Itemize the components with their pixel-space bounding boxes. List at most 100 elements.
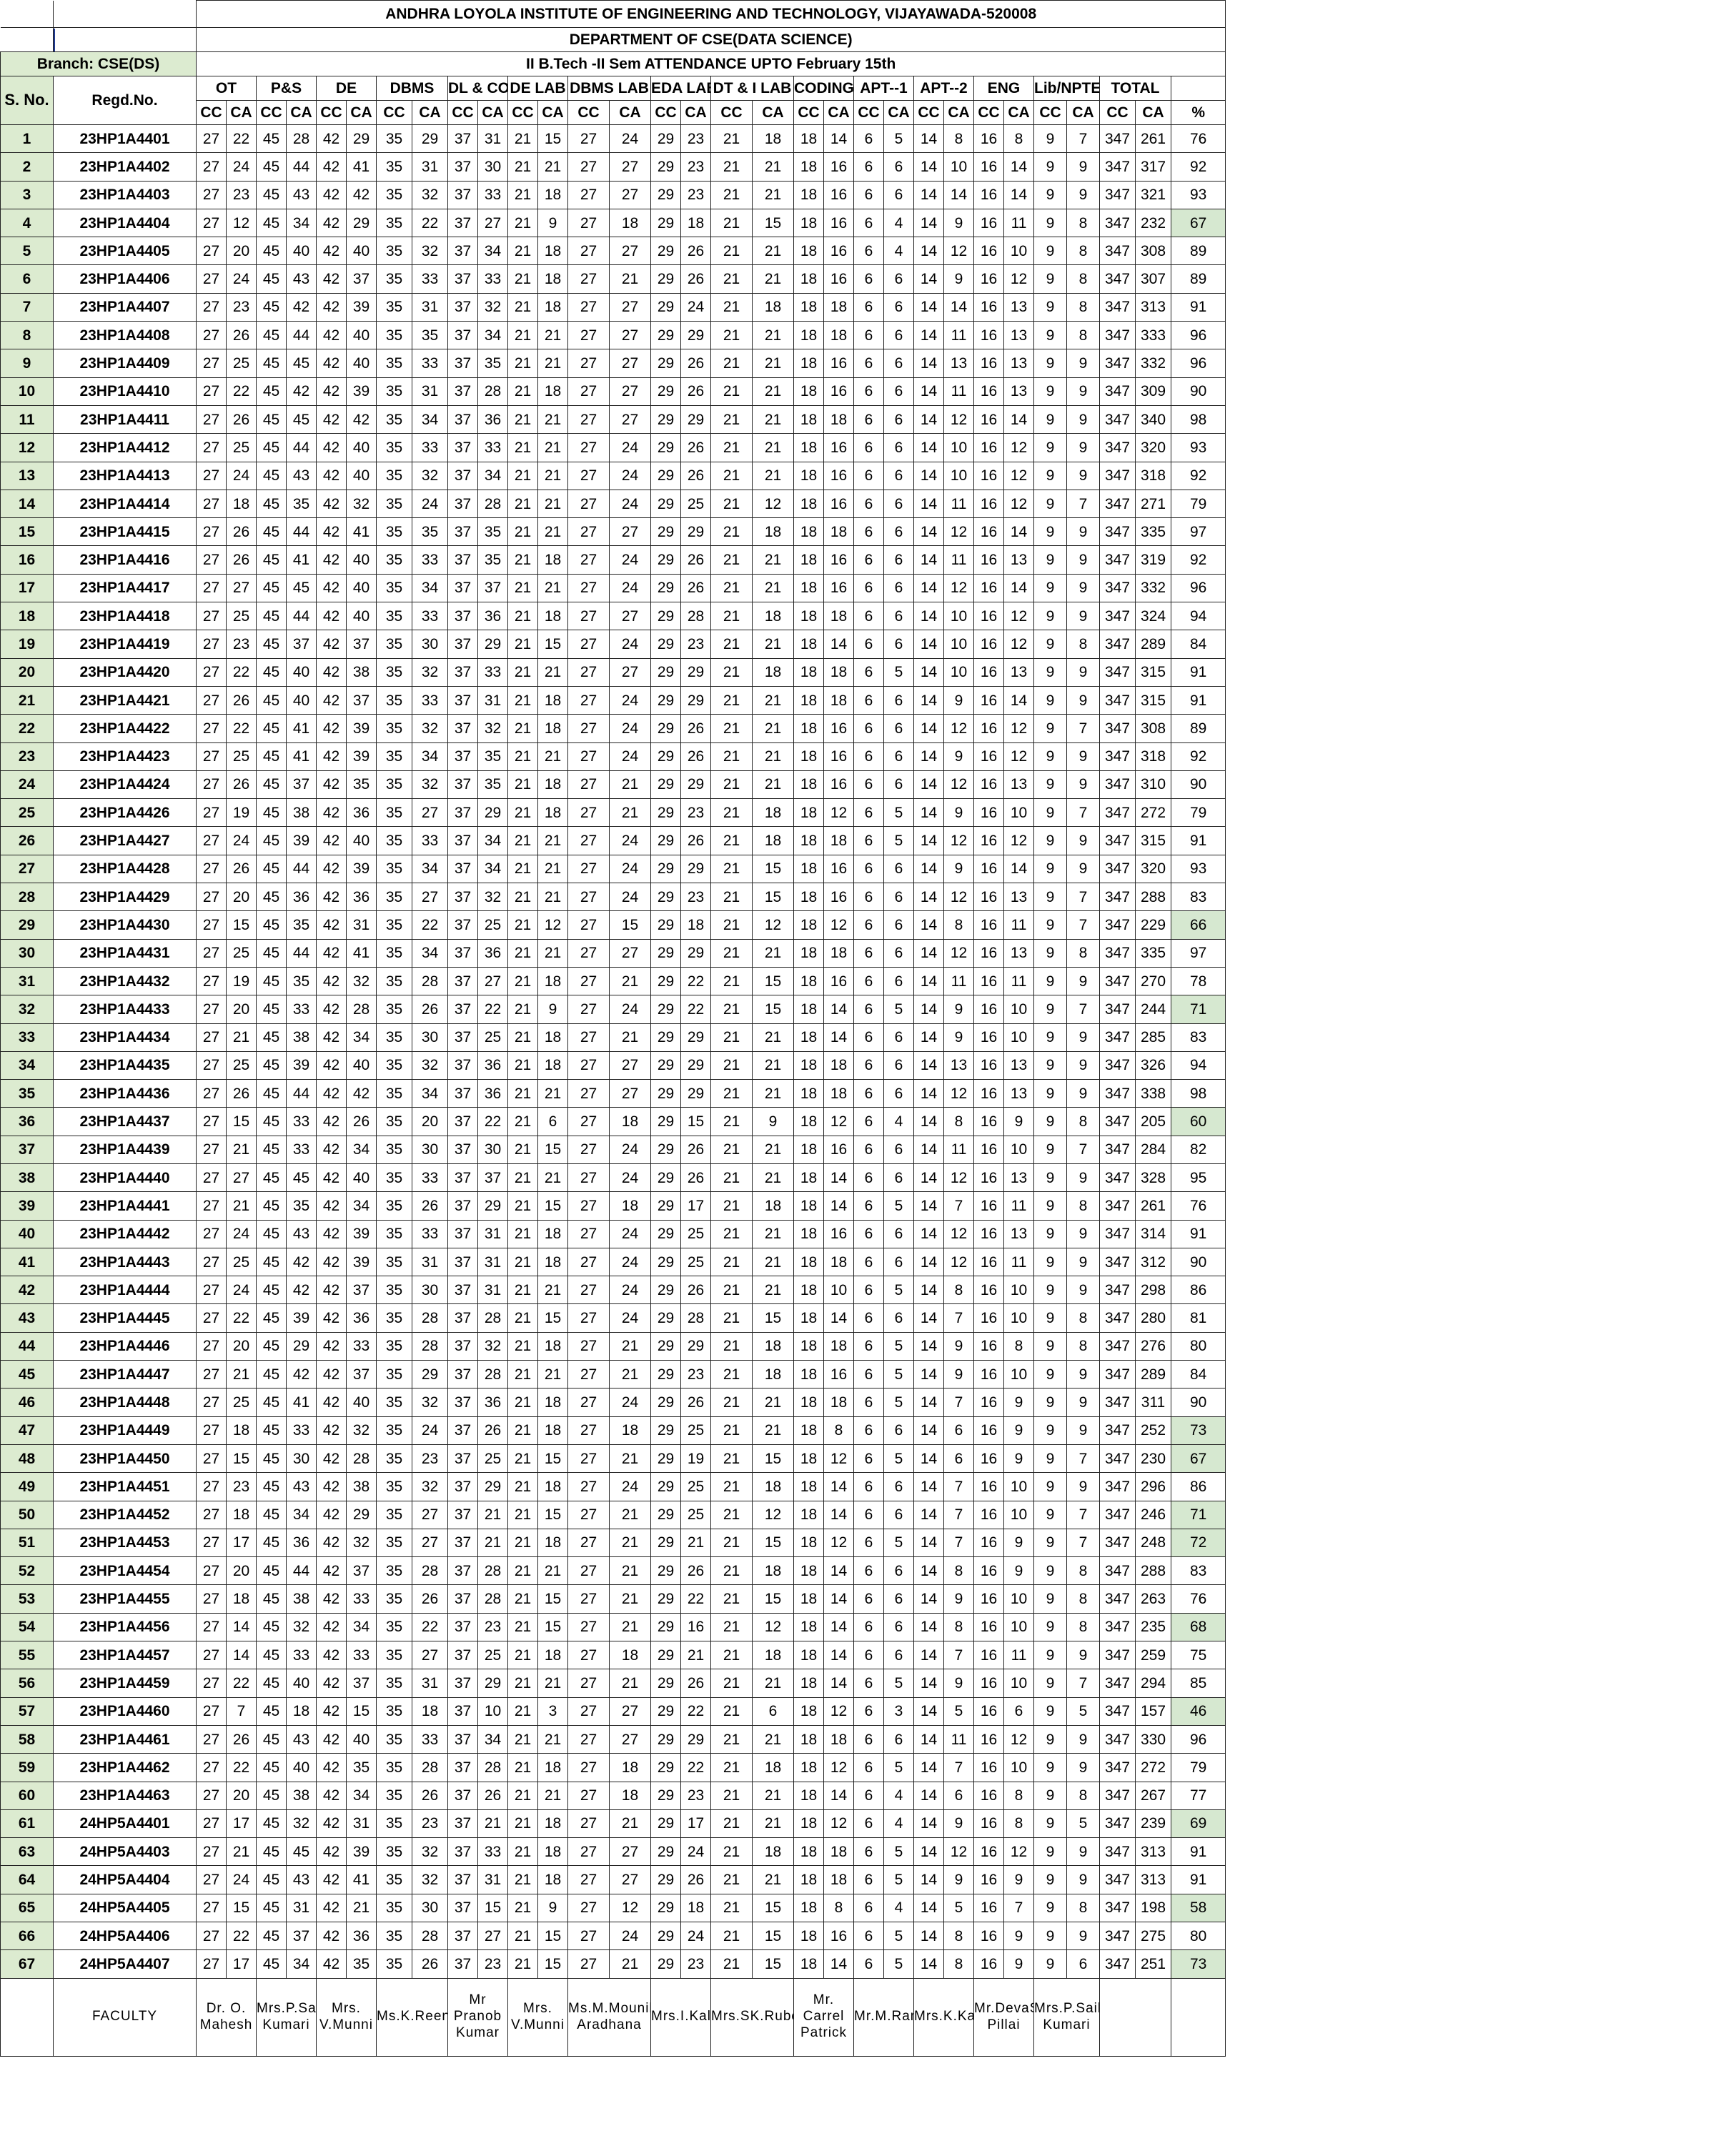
regd-no-cell: 23HP1A4427 bbox=[53, 826, 197, 855]
ca-cell: 20 bbox=[226, 237, 257, 266]
ca-cell: 21 bbox=[752, 237, 794, 266]
ca-cell: 6 bbox=[883, 433, 914, 462]
cc-cell: 16 bbox=[973, 1500, 1004, 1529]
ca-cell: 29 bbox=[680, 854, 711, 884]
ca-cell: 8 bbox=[943, 1107, 974, 1136]
cc-header: CC bbox=[1099, 100, 1136, 125]
ca-cell: 21 bbox=[609, 1360, 651, 1389]
cc-cell: 21 bbox=[710, 1219, 753, 1248]
ca-cell: 9 bbox=[1003, 1556, 1034, 1586]
cc-cell: 18 bbox=[793, 1163, 824, 1193]
ca-cell: 15 bbox=[537, 1444, 568, 1474]
ca-cell: 13 bbox=[1003, 657, 1034, 687]
ca-cell: 12 bbox=[1003, 433, 1034, 462]
cc-cell: 35 bbox=[376, 995, 412, 1024]
cc-cell: 21 bbox=[507, 1023, 538, 1052]
ca-cell: 37 bbox=[286, 630, 317, 659]
cc-cell: 14 bbox=[913, 1416, 944, 1445]
cc-cell: 14 bbox=[913, 1500, 944, 1529]
ca-cell: 14 bbox=[823, 1500, 854, 1529]
ca-cell: 19 bbox=[680, 1444, 711, 1474]
percentage-cell: 92 bbox=[1170, 545, 1226, 575]
cc-cell: 45 bbox=[256, 461, 287, 490]
regd-no-cell: 23HP1A4409 bbox=[53, 349, 197, 378]
cc-cell: 29 bbox=[650, 1500, 681, 1529]
ca-cell: 24 bbox=[609, 1219, 651, 1248]
cc-cell: 42 bbox=[316, 124, 347, 154]
cc-cell: 29 bbox=[650, 1584, 681, 1614]
ca-cell: 26 bbox=[680, 1163, 711, 1193]
percentage-cell: 91 bbox=[1170, 292, 1226, 322]
regd-no-cell: 23HP1A4406 bbox=[53, 264, 197, 294]
cc-cell: 37 bbox=[447, 826, 478, 855]
ca-cell: 326 bbox=[1135, 1050, 1171, 1081]
ca-cell: 7 bbox=[1066, 1528, 1100, 1558]
ca-cell: 9 bbox=[1066, 1724, 1100, 1754]
cc-cell: 21 bbox=[507, 1641, 538, 1670]
ca-cell: 29 bbox=[477, 1191, 508, 1221]
cc-cell: 347 bbox=[1099, 854, 1136, 884]
cc-cell: 21 bbox=[710, 292, 753, 322]
ca-cell: 43 bbox=[286, 1219, 317, 1248]
ca-cell: 31 bbox=[346, 910, 377, 940]
ca-cell: 6 bbox=[883, 770, 914, 800]
cc-cell: 37 bbox=[447, 714, 478, 743]
ca-cell: 21 bbox=[752, 1079, 794, 1108]
ca-cell: 30 bbox=[412, 630, 448, 659]
ca-cell: 29 bbox=[412, 1360, 448, 1389]
regd-no-cell: 23HP1A4444 bbox=[53, 1276, 197, 1305]
ca-cell: 41 bbox=[286, 1388, 317, 1417]
cc-cell: 29 bbox=[650, 1360, 681, 1389]
cc-cell: 16 bbox=[973, 1724, 1004, 1754]
ca-cell: 9 bbox=[943, 1331, 974, 1361]
table-row: 42 23HP1A4444 27 24 45 42 42 37 35 30 37 31 21 21 27 24… bbox=[0, 1276, 1226, 1305]
table-row: 7 23HP1A4407 27 23 45 42 42 39 35 31 37 32 21 18 27 27 2… bbox=[0, 292, 1226, 322]
cc-cell: 18 bbox=[793, 1921, 824, 1951]
sno-cell: 6 bbox=[0, 264, 54, 294]
ca-cell: 21 bbox=[537, 1724, 568, 1754]
sno-cell: 5 bbox=[0, 237, 54, 266]
ca-cell: 9 bbox=[1066, 1865, 1100, 1894]
ca-cell: 32 bbox=[412, 461, 448, 490]
ca-cell: 6 bbox=[883, 1612, 914, 1642]
cc-cell: 14 bbox=[913, 264, 944, 294]
ca-cell: 14 bbox=[1003, 404, 1034, 434]
cc-cell: 6 bbox=[853, 461, 884, 490]
cc-cell: 6 bbox=[853, 545, 884, 575]
cc-cell: 27 bbox=[567, 545, 610, 575]
cc-cell: 35 bbox=[376, 1556, 412, 1586]
cc-cell: 21 bbox=[507, 1191, 538, 1221]
cc-cell: 14 bbox=[913, 180, 944, 209]
percentage-cell: 80 bbox=[1170, 1331, 1226, 1361]
ca-cell: 39 bbox=[346, 714, 377, 743]
ca-cell: 18 bbox=[537, 1219, 568, 1248]
ca-cell: 26 bbox=[477, 1416, 508, 1445]
cc-cell: 35 bbox=[376, 1050, 412, 1081]
ca-cell: 12 bbox=[1003, 630, 1034, 659]
cc-cell: 16 bbox=[973, 1107, 1004, 1136]
percentage-cell: 93 bbox=[1170, 433, 1226, 462]
ca-cell: 28 bbox=[477, 1584, 508, 1614]
cc-cell: 45 bbox=[256, 1781, 287, 1810]
ca-cell: 9 bbox=[943, 854, 974, 884]
table-row: 44 23HP1A4446 27 20 45 29 42 33 35 28 37 32 21 18 27 21… bbox=[0, 1331, 1226, 1361]
cc-cell: 18 bbox=[793, 602, 824, 631]
ca-cell: 26 bbox=[346, 1107, 377, 1136]
ca-cell: 44 bbox=[286, 602, 317, 631]
ca-cell: 42 bbox=[286, 1247, 317, 1277]
cc-cell: 45 bbox=[256, 1079, 287, 1108]
regd-no-cell: 23HP1A4457 bbox=[53, 1641, 197, 1670]
cc-cell: 27 bbox=[567, 1528, 610, 1558]
cc-cell: 6 bbox=[853, 152, 884, 182]
cc-cell: 21 bbox=[710, 377, 753, 406]
ca-cell: 17 bbox=[680, 1191, 711, 1221]
cc-cell: 14 bbox=[913, 1023, 944, 1052]
ca-cell: 14 bbox=[1003, 573, 1034, 603]
ca-cell: 11 bbox=[1003, 208, 1034, 238]
ca-cell: 330 bbox=[1135, 1724, 1171, 1754]
cc-cell: 27 bbox=[567, 714, 610, 743]
cc-cell: 21 bbox=[710, 798, 753, 828]
cc-cell: 27 bbox=[196, 883, 227, 912]
cc-cell: 37 bbox=[447, 1612, 478, 1642]
cc-cell: 21 bbox=[507, 1050, 538, 1081]
